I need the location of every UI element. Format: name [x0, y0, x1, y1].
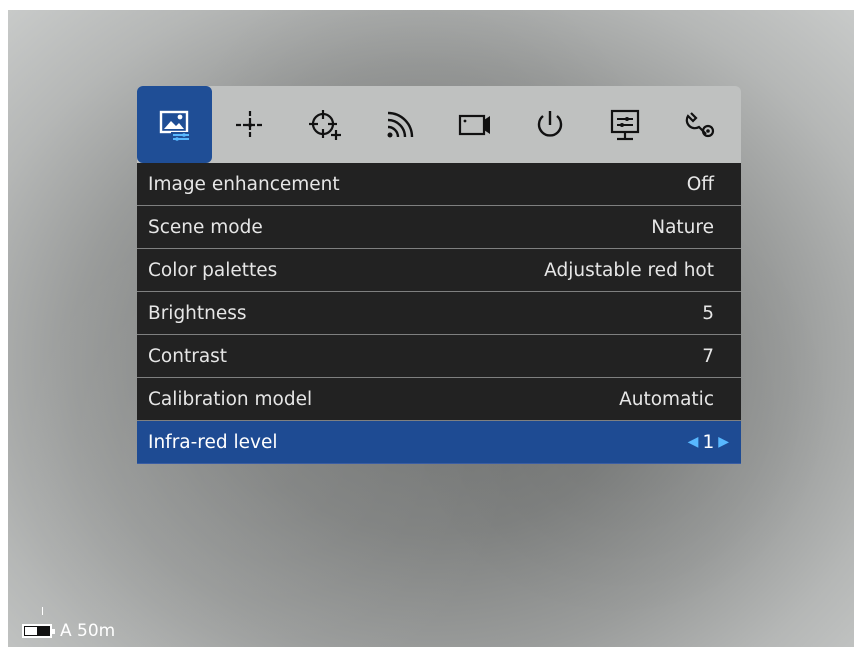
row-value: 5: [702, 302, 714, 324]
row-value: Off: [686, 173, 714, 195]
row-label: Contrast: [148, 345, 228, 367]
battery-level: [25, 627, 37, 635]
thermal-viewfinder: Image enhancement Off Scene mode Nature …: [8, 10, 854, 647]
menu-row-contrast[interactable]: Contrast 7: [137, 335, 741, 378]
tab-wifi[interactable]: [362, 86, 437, 163]
menu-row-infra-red-level[interactable]: Infra-red level ◀ 1 ▶: [137, 421, 741, 464]
row-label: Scene mode: [148, 216, 263, 238]
range-tick: [42, 607, 43, 615]
tab-bar: [137, 86, 741, 163]
tab-video[interactable]: [437, 86, 512, 163]
row-value: Automatic: [619, 388, 714, 410]
increase-arrow-icon[interactable]: ▶: [718, 434, 729, 450]
menu-row-color-palettes[interactable]: Color palettes Adjustable red hot: [137, 249, 741, 292]
tab-image-settings[interactable]: [137, 86, 212, 163]
tab-display[interactable]: [587, 86, 662, 163]
menu-list: Image enhancement Off Scene mode Nature …: [137, 163, 741, 464]
status-bar: A 50m: [22, 621, 115, 641]
row-label: Image enhancement: [148, 173, 340, 195]
row-label: Infra-red level: [148, 431, 278, 453]
system-settings-icon: [685, 111, 714, 137]
video-camera-icon: [458, 114, 490, 135]
crosshair-icon: [235, 110, 264, 139]
image-settings-icon: [159, 110, 191, 141]
row-value: 7: [702, 345, 714, 367]
wifi-signal-icon: [387, 111, 413, 137]
row-value: Nature: [651, 216, 714, 238]
menu-row-image-enhancement[interactable]: Image enhancement Off: [137, 163, 741, 206]
range-label: A 50m: [60, 621, 116, 641]
tab-system[interactable]: [662, 86, 737, 163]
tab-target-add[interactable]: [287, 86, 362, 163]
menu-row-brightness[interactable]: Brightness 5: [137, 292, 741, 335]
row-label: Brightness: [148, 302, 247, 324]
menu-row-scene-mode[interactable]: Scene mode Nature: [137, 206, 741, 249]
value-stepper[interactable]: ◀ 1 ▶: [684, 432, 733, 453]
row-label: Calibration model: [148, 388, 313, 410]
row-value: 1: [702, 431, 715, 453]
tab-power[interactable]: [512, 86, 587, 163]
row-label: Color palettes: [148, 259, 278, 281]
battery-icon: [22, 624, 55, 638]
tab-crosshair[interactable]: [212, 86, 287, 163]
power-icon: [537, 110, 562, 137]
row-value: Adjustable red hot: [544, 259, 714, 281]
menu-row-calibration-model[interactable]: Calibration model Automatic: [137, 378, 741, 421]
decrease-arrow-icon[interactable]: ◀: [688, 434, 699, 450]
settings-menu: Image enhancement Off Scene mode Nature …: [137, 86, 741, 464]
display-settings-icon: [610, 109, 639, 140]
target-add-icon: [308, 109, 341, 140]
